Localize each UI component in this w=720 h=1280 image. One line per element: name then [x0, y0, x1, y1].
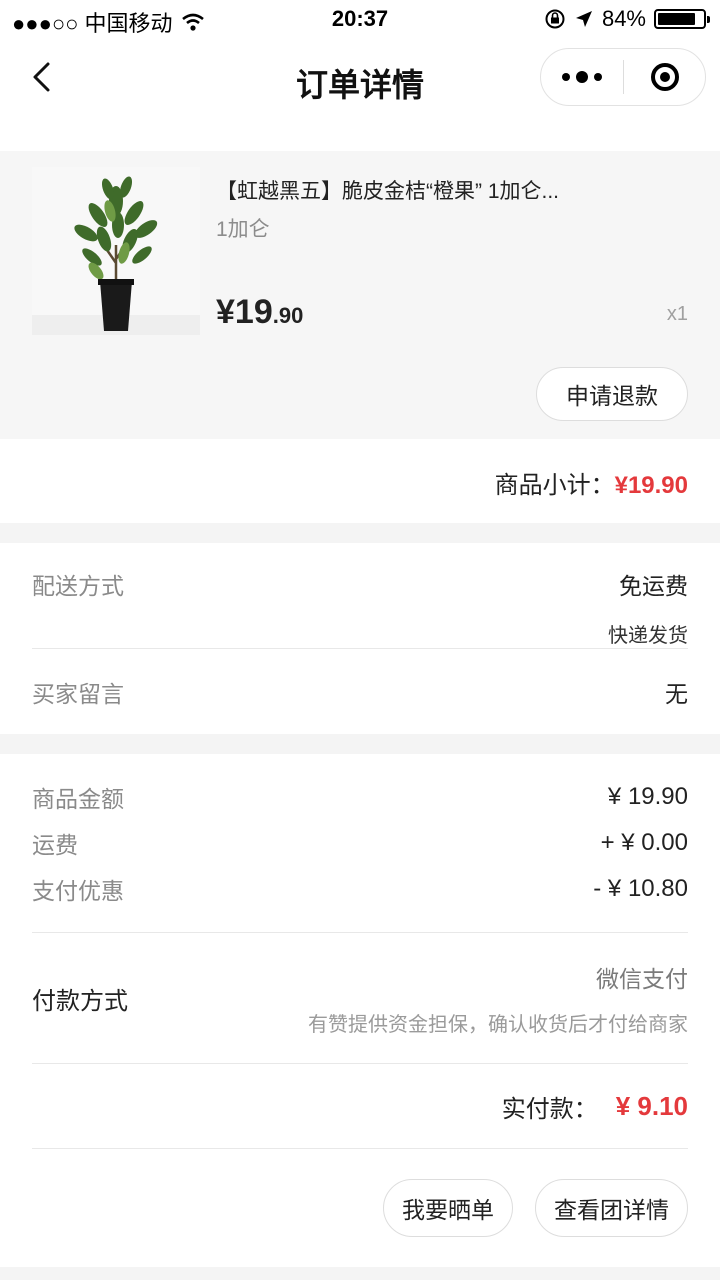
- share-order-button[interactable]: 我要晒单: [383, 1179, 513, 1237]
- payment-method-value: 微信支付: [596, 965, 688, 992]
- status-bar: ●●●○○ 中国移动 20:37 84%: [0, 0, 720, 40]
- delivery-value: 免运费: [619, 573, 688, 599]
- amount-value: - ¥ 10.80: [593, 875, 688, 902]
- subtotal-label: 商品小计：: [494, 472, 615, 499]
- amount-row-discount: 支付优惠 - ¥ 10.80: [32, 866, 688, 912]
- more-options-icon[interactable]: [541, 71, 623, 83]
- product-card[interactable]: 【虹越黑五】脆皮金桔“橙果” 1加仑... 1加仑 ¥19.90 x1 申请退款: [0, 151, 720, 439]
- paid-amount-row: 实付款： ¥ 9.10: [32, 1064, 688, 1148]
- delivery-row: 配送方式 免运费 快递发货: [32, 543, 688, 648]
- amount-label: 支付优惠: [32, 878, 124, 904]
- amount-row-shipping: 运费 + ¥ 0.00: [32, 820, 688, 866]
- amount-label: 商品金额: [32, 786, 124, 812]
- payment-guarantee-note: 有赞提供资金担保，确认收货后才付给商家: [308, 1013, 688, 1036]
- payment-method-label: 付款方式: [32, 987, 128, 1015]
- remark-value: 无: [665, 680, 688, 707]
- remark-row: 买家留言 无: [32, 649, 688, 734]
- payment-method-row: 付款方式 微信支付 有赞提供资金担保，确认收货后才付给商家: [32, 933, 688, 1063]
- battery-percent: 84%: [601, 6, 646, 31]
- miniprogram-capsule: [540, 48, 706, 106]
- rotation-lock-icon: [545, 9, 565, 29]
- subtotal-value: ¥19.90: [614, 472, 688, 499]
- target-icon: [650, 63, 679, 91]
- amount-value: + ¥ 0.00: [600, 829, 688, 856]
- battery-fill: [658, 13, 695, 25]
- battery-icon: [654, 9, 710, 29]
- delivery-label: 配送方式: [32, 573, 124, 599]
- price-integer: ¥19: [216, 293, 273, 331]
- payment-summary: 商品金额 ¥ 19.90 运费 + ¥ 0.00 支付优惠 - ¥ 10.80 …: [0, 754, 720, 1267]
- amount-row-goods: 商品金额 ¥ 19.90: [32, 774, 688, 820]
- product-price: ¥19.90: [216, 293, 303, 332]
- location-arrow-icon: [575, 11, 592, 27]
- amount-label: 运费: [32, 832, 78, 858]
- product-quantity: x1: [666, 303, 688, 325]
- action-bar: 我要晒单 查看团详情: [32, 1149, 688, 1267]
- delivery-section: 配送方式 免运费 快递发货 买家留言 无: [0, 543, 720, 734]
- product-name[interactable]: 【虹越黑五】脆皮金桔“橙果” 1加仑...: [216, 175, 690, 205]
- nav-bar: 订单详情: [0, 40, 720, 114]
- subtotal-row: 商品小计：¥19.90: [0, 439, 720, 523]
- delivery-sub-value: 快递发货: [608, 625, 688, 647]
- refund-button[interactable]: 申请退款: [536, 367, 688, 421]
- paid-value: ¥ 9.10: [615, 1090, 688, 1121]
- product-spec: 1加仑: [216, 218, 270, 241]
- remark-label: 买家留言: [32, 680, 124, 707]
- price-decimal: .90: [272, 303, 304, 328]
- amount-value: ¥ 19.90: [607, 783, 688, 810]
- paid-label: 实付款：: [501, 1095, 598, 1123]
- product-image[interactable]: [32, 167, 200, 335]
- close-miniprogram-button[interactable]: [624, 63, 705, 91]
- view-group-details-button[interactable]: 查看团详情: [535, 1179, 688, 1237]
